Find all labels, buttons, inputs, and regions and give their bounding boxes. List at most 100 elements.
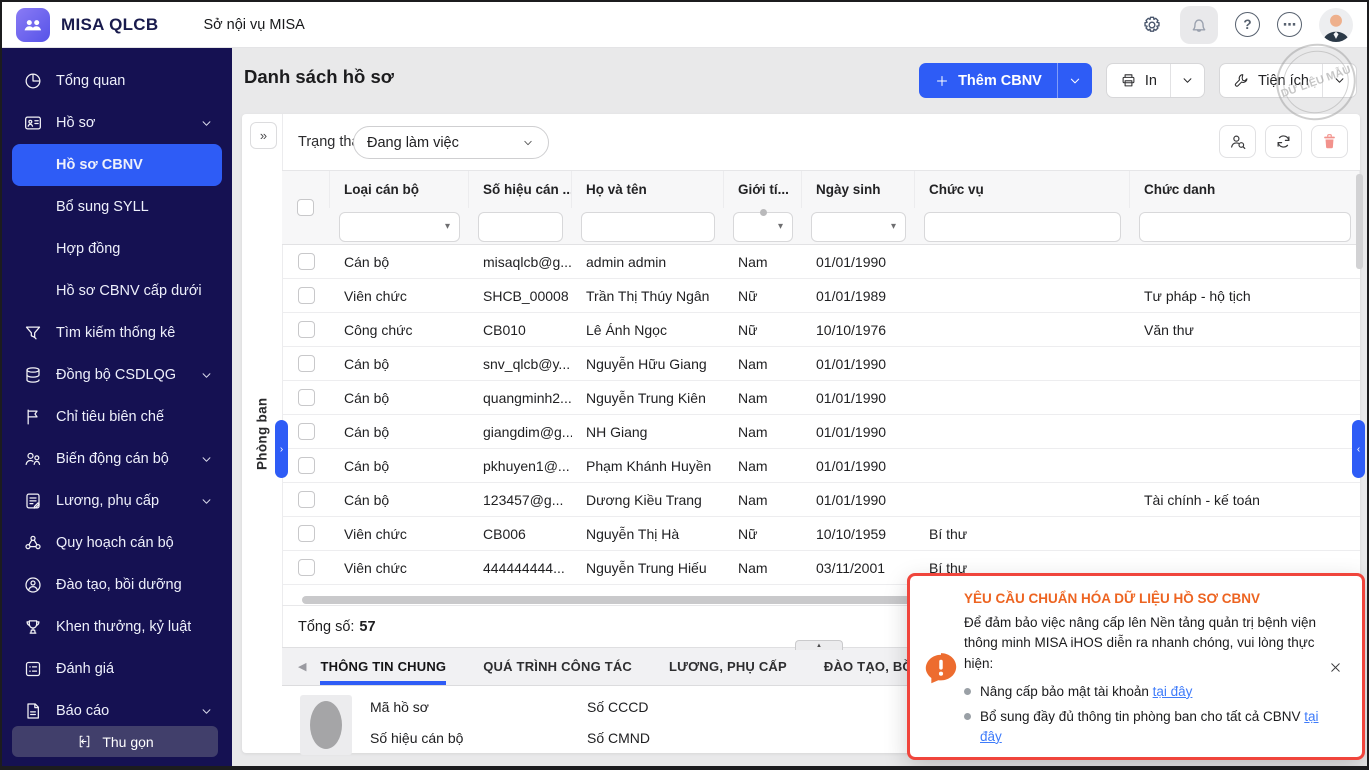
refresh-button[interactable] (1265, 125, 1302, 158)
table-row[interactable]: Công chức CB010 Lê Ánh Ngọc Nữ 10/10/1976 Văn… (282, 313, 1360, 347)
sidebar-subitem[interactable]: Bổ sung SYLL (2, 186, 232, 228)
user-search-button[interactable] (1219, 125, 1256, 158)
alert-popup: YÊU CẦU CHUẨN HÓA DỮ LIỆU HỒ SƠ CBNV Để … (907, 573, 1365, 760)
sidebar-item[interactable]: Đồng bộ CSDLQG (2, 354, 232, 396)
table-row[interactable]: Cán bộ snv_qlcb@y... Nguyễn Hữu Giang Nam 01… (282, 347, 1360, 381)
table-row[interactable]: Cán bộ 123457@g... Dương Kiều Trang Nam 01/0… (282, 483, 1360, 517)
table-row[interactable]: Cán bộ pkhuyen1@... Phạm Khánh Huyền Nam 01/… (282, 449, 1360, 483)
column-filter-input[interactable] (1139, 211, 1351, 242)
table-cell: Nữ (738, 287, 758, 304)
app-logo[interactable] (16, 7, 50, 42)
column-filter-select[interactable]: ▾ (339, 211, 460, 242)
table-row[interactable]: Cán bộ quangminh2... Nguyễn Trung Kiên Nam 0… (282, 381, 1360, 415)
detail-tab[interactable]: THÔNG TIN CHUNG (320, 648, 447, 685)
table-cell (1130, 415, 1360, 448)
column-header[interactable]: Số hiệu cán ... (469, 171, 572, 208)
more-icon[interactable]: ⋯ (1277, 12, 1302, 37)
avatar[interactable] (1319, 7, 1353, 42)
row-checkbox[interactable] (297, 253, 315, 270)
popup-link[interactable]: tại đây (980, 709, 1319, 744)
add-cbnv-button[interactable]: Thêm CBNV (919, 63, 1092, 98)
expand-panel-button[interactable]: » (250, 122, 277, 149)
column-filter-input[interactable] (478, 211, 563, 242)
table-row[interactable]: Cán bộ giangdim@g... NH Giang Nam 01/01/1990 (282, 415, 1360, 449)
sidebar-item[interactable]: Đánh giá (2, 648, 232, 690)
column-header[interactable]: Giới tí... (724, 171, 802, 208)
field-label: Số hiệu cán bộ (370, 729, 464, 746)
sidebar-item[interactable]: Biến động cán bộ (2, 438, 232, 480)
print-dropdown[interactable] (1169, 64, 1204, 97)
panel-resize-handle[interactable]: ▲ (795, 640, 843, 650)
column-filter-input[interactable] (581, 211, 715, 242)
sidebar-item[interactable]: Khen thưởng, kỷ luật (2, 606, 232, 648)
close-icon[interactable] (1320, 588, 1350, 747)
column-filter-select[interactable]: ▾ (811, 211, 906, 242)
delete-button[interactable] (1311, 125, 1348, 158)
app-name: MISA QLCB (61, 14, 159, 34)
add-cbnv-dropdown[interactable] (1056, 63, 1092, 98)
chevron-down-icon (199, 452, 214, 467)
column-filter-input[interactable] (924, 211, 1121, 242)
sidebar-item[interactable]: Tìm kiếm thống kê (2, 312, 232, 354)
table-row[interactable]: Viên chức SHCB_00008 Trần Thị Thúy Ngân Nữ 0… (282, 279, 1360, 313)
sidebar-item[interactable]: Hồ sơ (2, 102, 232, 144)
avatar-silhouette (310, 701, 342, 749)
tabs-scroll-left-icon[interactable]: ◀ (298, 648, 306, 685)
table-cell (915, 449, 1130, 482)
table-row[interactable]: Cán bộ misaqlcb@g... admin admin Nam 01/01/1… (282, 245, 1360, 279)
sidebar-item[interactable]: Chỉ tiêu biên chế (2, 396, 232, 438)
row-checkbox[interactable] (297, 355, 315, 372)
column-filter-select[interactable]: ▾ (733, 211, 793, 242)
sidebar-item[interactable]: Đào tạo, bồi dưỡng (2, 564, 232, 606)
right-panel-handle[interactable]: ‹ (1352, 420, 1365, 478)
row-checkbox[interactable] (297, 525, 315, 542)
table-cell (915, 483, 1130, 516)
detail-tab[interactable]: QUÁ TRÌNH CÔNG TÁC (483, 648, 632, 685)
column-header[interactable]: Họ và tên (572, 171, 724, 208)
row-checkbox[interactable] (297, 321, 315, 338)
row-checkbox[interactable] (297, 287, 315, 304)
sidebar-item[interactable]: Tổng quan (2, 60, 232, 102)
utilities-button[interactable]: Tiện ích (1218, 63, 1357, 98)
table-cell: 123457@g... (483, 491, 564, 508)
table-row[interactable]: Viên chức CB006 Nguyễn Thị Hà Nữ 10/10/1959 B… (282, 517, 1360, 551)
table-cell: CB006 (483, 525, 526, 542)
evaluate-icon (23, 659, 43, 679)
row-checkbox[interactable] (297, 491, 315, 508)
search-stats-icon (23, 323, 43, 343)
sidebar-subitem[interactable]: Hồ sơ CBNV (12, 144, 222, 186)
table-cell: Tư pháp - hộ tịch (1144, 287, 1251, 304)
collapse-button[interactable]: Thu gọn (12, 726, 218, 757)
column-header[interactable]: Loại cán bộ (330, 171, 469, 208)
award-icon (23, 617, 43, 637)
vertical-scrollbar[interactable] (1356, 174, 1363, 269)
help-icon[interactable]: ? (1235, 12, 1260, 37)
utilities-dropdown[interactable] (1322, 64, 1356, 97)
select-all-checkbox[interactable] (297, 199, 314, 216)
panel-expand-handle[interactable]: › (275, 420, 288, 478)
detail-tab[interactable]: LƯƠNG, PHỤ CẤP (669, 648, 787, 685)
sidebar-item[interactable]: Quy hoạch cán bộ (2, 522, 232, 564)
table-cell: Cán bộ (344, 253, 390, 270)
tabs-container: THÔNG TIN CHUNG QUÁ TRÌNH CÔNG TÁC LƯƠNG, … (320, 648, 1009, 685)
chevron-down-icon (199, 704, 214, 719)
row-checkbox[interactable] (297, 559, 315, 576)
column-header[interactable]: Chức vụ (915, 171, 1130, 208)
row-checkbox[interactable] (297, 457, 315, 474)
report-icon (23, 701, 43, 721)
column-header[interactable]: Ngày sinh (802, 171, 915, 208)
wrench-icon (1233, 72, 1250, 89)
gear-icon[interactable] (1141, 14, 1163, 36)
sidebar-subitem[interactable]: Hồ sơ CBNV cấp dưới (2, 270, 232, 312)
status-filter-select[interactable]: Đang làm việc (353, 126, 549, 159)
row-checkbox[interactable] (297, 389, 315, 406)
bell-icon[interactable] (1180, 5, 1218, 44)
sidebar-subitem[interactable]: Hợp đồng (2, 228, 232, 270)
row-checkbox[interactable] (297, 423, 315, 440)
popup-link[interactable]: tại đây (1153, 684, 1193, 699)
print-button[interactable]: In (1105, 63, 1205, 98)
sidebar-item[interactable]: Lương, phụ cấp (2, 480, 232, 522)
app-window: MISA QLCB Sở nội vụ MISA ? ⋯ Tổng quan H… (0, 0, 1369, 770)
table-header: Loại cán bộ Số hiệu cán ... Họ và tên Giới … (282, 170, 1360, 245)
column-header[interactable]: Chức danh (1130, 171, 1360, 208)
